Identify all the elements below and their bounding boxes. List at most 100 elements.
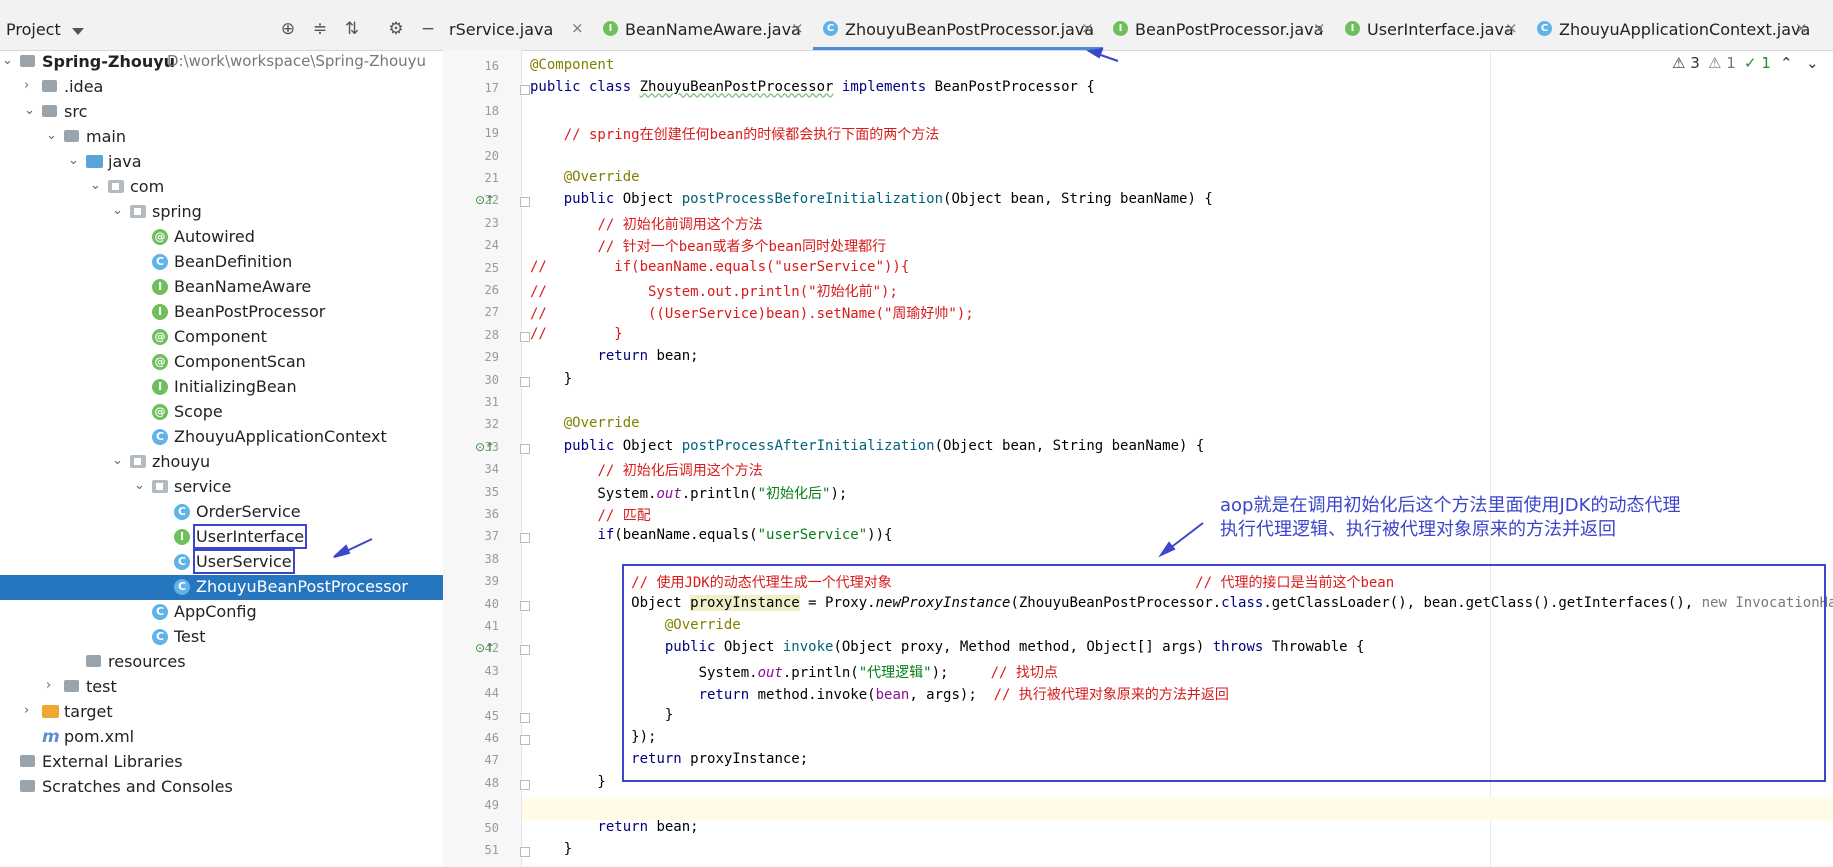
fold-marker-icon[interactable]	[520, 197, 530, 208]
code-line[interactable]: // spring在创建任何bean的时候都会执行下面的两个方法	[530, 124, 940, 144]
tree-item-beannameaware[interactable]: I BeanNameAware	[0, 275, 443, 300]
close-icon[interactable]: ×	[1505, 19, 1518, 37]
close-icon[interactable]: ×	[1081, 19, 1094, 37]
fold-marker-icon[interactable]	[520, 533, 530, 544]
tree-item-scope[interactable]: @ Scope	[0, 400, 443, 425]
fold-marker-icon[interactable]	[520, 331, 530, 342]
tree-item-beanpostprocessor[interactable]: I BeanPostProcessor	[0, 300, 443, 325]
tab-rservice-java[interactable]: rService.java ×	[443, 8, 593, 50]
code-line[interactable]: // 匹配	[530, 505, 650, 525]
weak-warning-icon[interactable]: ⚠ 1	[1708, 54, 1736, 72]
code-line[interactable]: public Object postProcessBeforeInitializ…	[530, 191, 1213, 207]
code-line[interactable]: @Override	[530, 169, 640, 185]
chevron-down-icon[interactable]: ⌄	[46, 128, 57, 143]
chevron-right-icon[interactable]: ›	[46, 678, 51, 693]
tree-item-test[interactable]: C Test	[0, 625, 443, 650]
tree-item-test[interactable]: › test	[0, 675, 443, 700]
ok-check-icon[interactable]: ✓ 1	[1744, 54, 1771, 72]
chevron-right-icon[interactable]: ›	[24, 703, 29, 718]
code-line[interactable]: }	[530, 774, 605, 790]
override-gutter-icon[interactable]: ⊙↑	[475, 440, 495, 454]
override-gutter-icon[interactable]: ⊙↑	[475, 641, 495, 655]
code-line[interactable]: public class ZhouyuBeanPostProcessor imp…	[530, 79, 1095, 95]
code-line[interactable]: return bean;	[530, 819, 698, 835]
chevron-down-icon[interactable]: ⌄	[134, 478, 145, 493]
chevron-down-icon[interactable]	[72, 28, 84, 35]
fold-marker-icon[interactable]	[520, 600, 530, 611]
tree-item--idea[interactable]: › .idea	[0, 75, 443, 100]
code-line[interactable]: }	[530, 841, 572, 857]
tree-item-userinterface[interactable]: I UserInterface	[0, 524, 443, 550]
tree-item-pom-xml[interactable]: m pom.xml	[0, 725, 443, 750]
tab-beannameaware-java[interactable]: I BeanNameAware.java ×	[593, 8, 813, 50]
tree-item-initializingbean[interactable]: I InitializingBean	[0, 375, 443, 400]
code-line[interactable]: // }	[530, 326, 623, 342]
tree-item-userservice[interactable]: C UserService	[0, 549, 443, 575]
tree-item-external-libraries[interactable]: External Libraries	[0, 750, 443, 775]
code-line[interactable]: @Override	[530, 415, 640, 431]
code-line[interactable]: // 初始化前调用这个方法	[530, 214, 762, 234]
code-line[interactable]: }	[530, 371, 572, 387]
fold-marker-icon[interactable]	[520, 443, 530, 454]
tree-item-target[interactable]: › target	[0, 700, 443, 725]
tree-item-componentscan[interactable]: @ ComponentScan	[0, 350, 443, 375]
tab-userinterface-java[interactable]: I UserInterface.java ×	[1335, 8, 1527, 50]
tree-item-zhouyubeanpostprocessor[interactable]: C ZhouyuBeanPostProcessor	[0, 575, 443, 600]
chevron-down-icon[interactable]: ⌄	[112, 453, 123, 468]
close-icon[interactable]: ×	[571, 19, 584, 37]
tree-item-zhouyuapplicationcontext[interactable]: C ZhouyuApplicationContext	[0, 425, 443, 450]
code-line[interactable]: // System.out.println("初始化前");	[530, 281, 898, 301]
fold-marker-icon[interactable]	[520, 712, 530, 723]
tree-item-spring-zhouyu[interactable]: ⌄ Spring-Zhouyu D:\work\workspace\Spring-Z…	[0, 50, 443, 75]
tab-beanpostprocessor-java[interactable]: I BeanPostProcessor.java ×	[1103, 8, 1335, 50]
tree-item-autowired[interactable]: @ Autowired	[0, 225, 443, 250]
tree-item-java[interactable]: ⌄ java	[0, 150, 443, 175]
tree-item-main[interactable]: ⌄ main	[0, 125, 443, 150]
close-icon[interactable]: ×	[1795, 19, 1808, 37]
fold-marker-icon[interactable]	[520, 376, 530, 387]
code-line[interactable]: if(beanName.equals("userService")){	[530, 527, 892, 543]
chevron-down-icon[interactable]: ⌄	[112, 203, 123, 218]
locate-icon[interactable]: ⊕	[278, 19, 298, 39]
code-line[interactable]: public Object postProcessAfterInitializa…	[530, 438, 1205, 454]
tree-item-spring[interactable]: ⌄ spring	[0, 200, 443, 225]
tree-item-orderservice[interactable]: C OrderService	[0, 500, 443, 525]
code-line[interactable]: // 针对一个bean或者多个bean同时处理都行	[530, 236, 886, 256]
fold-marker-icon[interactable]	[520, 779, 530, 790]
chevron-down-icon[interactable]: ⌄	[68, 153, 79, 168]
fold-marker-icon[interactable]	[520, 85, 530, 96]
fold-marker-icon[interactable]	[520, 847, 530, 857]
fold-marker-icon[interactable]	[520, 645, 530, 656]
chevron-up-icon[interactable]: ⌃	[1780, 54, 1793, 72]
chevron-down-icon[interactable]: ⌄	[24, 103, 35, 118]
chevron-down-icon[interactable]: ⌄	[90, 178, 101, 193]
code-line[interactable]: return bean;	[530, 348, 698, 364]
tree-item-scratches-and-consoles[interactable]: Scratches and Consoles	[0, 775, 443, 800]
tree-item-beandefinition[interactable]: C BeanDefinition	[0, 250, 443, 275]
override-gutter-icon[interactable]: ⊙↑	[475, 193, 495, 207]
tree-item-component[interactable]: @ Component	[0, 325, 443, 350]
code-line[interactable]: // ((UserService)bean).setName("周瑜好帅");	[530, 303, 974, 323]
tab-zhouyubeanpostprocessor-java[interactable]: C ZhouyuBeanPostProcessor.java ×	[813, 8, 1103, 50]
gear-icon[interactable]: ⚙	[386, 19, 406, 39]
tree-item-appconfig[interactable]: C AppConfig	[0, 600, 443, 625]
tree-item-com[interactable]: ⌄ com	[0, 175, 443, 200]
tree-item-resources[interactable]: resources	[0, 650, 443, 675]
code-line[interactable]: // 初始化后调用这个方法	[530, 460, 762, 480]
code-line[interactable]: @Component	[530, 57, 614, 73]
chevron-down-icon[interactable]: ⌄	[1806, 54, 1819, 72]
tree-item-zhouyu[interactable]: ⌄ zhouyu	[0, 450, 443, 475]
minimize-icon[interactable]: −	[418, 19, 438, 39]
close-icon[interactable]: ×	[791, 19, 804, 37]
tree-item-service[interactable]: ⌄ service	[0, 475, 443, 500]
tree-item-src[interactable]: ⌄ src	[0, 100, 443, 125]
tab-zhouyuapplicationcontext-java[interactable]: C ZhouyuApplicationContext.java ×	[1527, 8, 1817, 50]
code-line[interactable]: // if(beanName.equals("userService")){	[530, 259, 909, 275]
warning-icon[interactable]: ⚠ 3	[1672, 54, 1700, 72]
chevron-right-icon[interactable]: ›	[24, 78, 29, 93]
close-icon[interactable]: ×	[1313, 19, 1326, 37]
chevron-down-icon[interactable]: ⌄	[2, 53, 13, 68]
code-line[interactable]: System.out.println("初始化后");	[530, 483, 847, 503]
expand-all-icon[interactable]: ≑	[310, 19, 330, 39]
project-panel-title[interactable]: Project	[6, 20, 61, 39]
